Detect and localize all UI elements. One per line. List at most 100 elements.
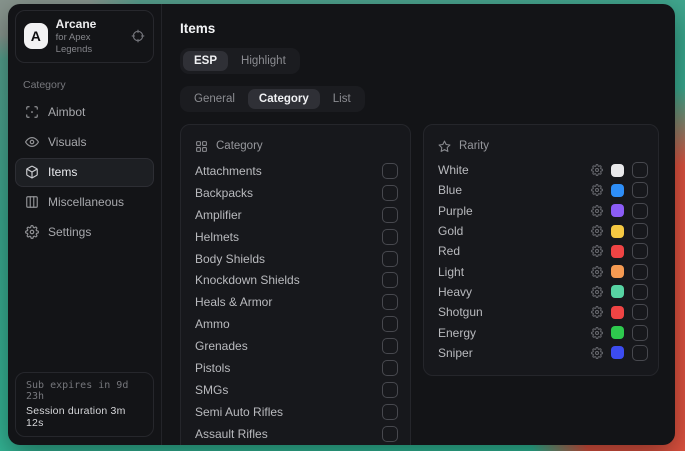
checkbox[interactable] bbox=[382, 294, 398, 310]
sidebar-item-aimbot[interactable]: Aimbot bbox=[15, 98, 154, 127]
checkbox[interactable] bbox=[632, 223, 648, 239]
category-row: Attachments bbox=[195, 160, 398, 182]
target-icon[interactable] bbox=[131, 29, 145, 43]
tab-category[interactable]: Category bbox=[248, 89, 320, 109]
grid-icon bbox=[195, 140, 208, 153]
checkbox[interactable] bbox=[382, 163, 398, 179]
rarity-item-label: Heavy bbox=[438, 285, 583, 299]
category-item-label: Grenades bbox=[195, 339, 248, 353]
checkbox[interactable] bbox=[382, 316, 398, 332]
eye-icon bbox=[25, 135, 39, 149]
checkbox[interactable] bbox=[632, 243, 648, 259]
sidebar-spacer bbox=[14, 248, 155, 372]
checkbox[interactable] bbox=[632, 325, 648, 341]
color-swatch[interactable] bbox=[611, 285, 624, 298]
gear-icon[interactable] bbox=[591, 347, 603, 359]
color-swatch[interactable] bbox=[611, 306, 624, 319]
sub-expiry-text: Sub expires in 9d 23h bbox=[26, 380, 143, 402]
checkbox[interactable] bbox=[632, 182, 648, 198]
rarity-row: White bbox=[438, 160, 648, 180]
gear-icon[interactable] bbox=[591, 184, 603, 196]
category-item-label: Amplifier bbox=[195, 208, 242, 222]
app-subtitle: for Apex Legends bbox=[56, 32, 123, 56]
checkbox[interactable] bbox=[382, 404, 398, 420]
category-item-label: Ammo bbox=[195, 317, 230, 331]
sidebar-item-visuals[interactable]: Visuals bbox=[15, 128, 154, 157]
checkbox[interactable] bbox=[382, 207, 398, 223]
page-title: Items bbox=[180, 21, 659, 36]
checkbox[interactable] bbox=[632, 264, 648, 280]
session-duration-text: Session duration 3m 12s bbox=[26, 405, 143, 429]
category-row: Pistols bbox=[195, 357, 398, 379]
category-row: Body Shields bbox=[195, 248, 398, 270]
checkbox[interactable] bbox=[382, 382, 398, 398]
checkbox[interactable] bbox=[382, 272, 398, 288]
tab-list[interactable]: List bbox=[322, 89, 362, 109]
crosshair-scan-icon bbox=[25, 105, 39, 119]
checkbox[interactable] bbox=[632, 304, 648, 320]
sidebar-item-label: Visuals bbox=[48, 135, 86, 149]
rarity-row: Heavy bbox=[438, 282, 648, 302]
rarity-item-label: Sniper bbox=[438, 346, 583, 360]
sidebar-item-items[interactable]: Items bbox=[15, 158, 154, 187]
rarity-row: Gold bbox=[438, 221, 648, 241]
sidebar: A Arcane for Apex Legends Category Aimbo… bbox=[8, 4, 162, 445]
view-tabs: GeneralCategoryList bbox=[180, 86, 365, 112]
color-swatch[interactable] bbox=[611, 346, 624, 359]
rarity-panel-header: Rarity bbox=[438, 137, 648, 155]
checkbox[interactable] bbox=[382, 360, 398, 376]
color-swatch[interactable] bbox=[611, 225, 624, 238]
gear-icon[interactable] bbox=[591, 245, 603, 257]
sidebar-item-miscellaneous[interactable]: Miscellaneous bbox=[15, 188, 154, 217]
color-swatch[interactable] bbox=[611, 184, 624, 197]
rarity-item-label: White bbox=[438, 163, 583, 177]
checkbox[interactable] bbox=[382, 229, 398, 245]
rarity-panel: Rarity WhiteBluePurpleGoldRedLightHeavyS… bbox=[423, 124, 659, 376]
sidebar-section-label: Category bbox=[23, 79, 155, 91]
rarity-item-label: Blue bbox=[438, 183, 583, 197]
sidebar-item-label: Miscellaneous bbox=[48, 195, 124, 209]
app-profile-card: A Arcane for Apex Legends bbox=[15, 10, 154, 63]
category-item-label: Body Shields bbox=[195, 252, 265, 266]
cube-icon bbox=[25, 165, 39, 179]
category-panel-title: Category bbox=[216, 140, 263, 152]
tab-esp[interactable]: ESP bbox=[183, 51, 228, 71]
rarity-row: Purple bbox=[438, 201, 648, 221]
checkbox[interactable] bbox=[632, 162, 648, 178]
checkbox[interactable] bbox=[632, 203, 648, 219]
rarity-item-label: Light bbox=[438, 265, 583, 279]
category-item-label: SMGs bbox=[195, 383, 228, 397]
color-swatch[interactable] bbox=[611, 265, 624, 278]
gear-icon[interactable] bbox=[591, 205, 603, 217]
color-swatch[interactable] bbox=[611, 204, 624, 217]
gear-icon[interactable] bbox=[591, 327, 603, 339]
sidebar-item-label: Aimbot bbox=[48, 105, 85, 119]
checkbox[interactable] bbox=[382, 426, 398, 442]
tab-general[interactable]: General bbox=[183, 89, 246, 109]
checkbox[interactable] bbox=[382, 338, 398, 354]
gear-icon[interactable] bbox=[591, 225, 603, 237]
category-item-label: Heals & Armor bbox=[195, 295, 272, 309]
gear-icon[interactable] bbox=[591, 266, 603, 278]
app-logo: A bbox=[24, 23, 48, 49]
category-item-label: Backpacks bbox=[195, 186, 253, 200]
sidebar-item-settings[interactable]: Settings bbox=[15, 218, 154, 247]
gear-icon[interactable] bbox=[591, 306, 603, 318]
color-swatch[interactable] bbox=[611, 164, 624, 177]
checkbox[interactable] bbox=[382, 185, 398, 201]
checkbox[interactable] bbox=[382, 251, 398, 267]
category-row: Ammo bbox=[195, 313, 398, 335]
category-row: Heals & Armor bbox=[195, 291, 398, 313]
color-swatch[interactable] bbox=[611, 326, 624, 339]
category-item-label: Knockdown Shields bbox=[195, 273, 300, 287]
rarity-list: WhiteBluePurpleGoldRedLightHeavyShotgunE… bbox=[438, 160, 648, 363]
rarity-item-label: Purple bbox=[438, 204, 583, 218]
category-row: Grenades bbox=[195, 335, 398, 357]
checkbox[interactable] bbox=[632, 284, 648, 300]
tab-highlight[interactable]: Highlight bbox=[230, 51, 297, 71]
sidebar-item-label: Settings bbox=[48, 225, 91, 239]
gear-icon[interactable] bbox=[591, 286, 603, 298]
gear-icon[interactable] bbox=[591, 164, 603, 176]
checkbox[interactable] bbox=[632, 345, 648, 361]
color-swatch[interactable] bbox=[611, 245, 624, 258]
